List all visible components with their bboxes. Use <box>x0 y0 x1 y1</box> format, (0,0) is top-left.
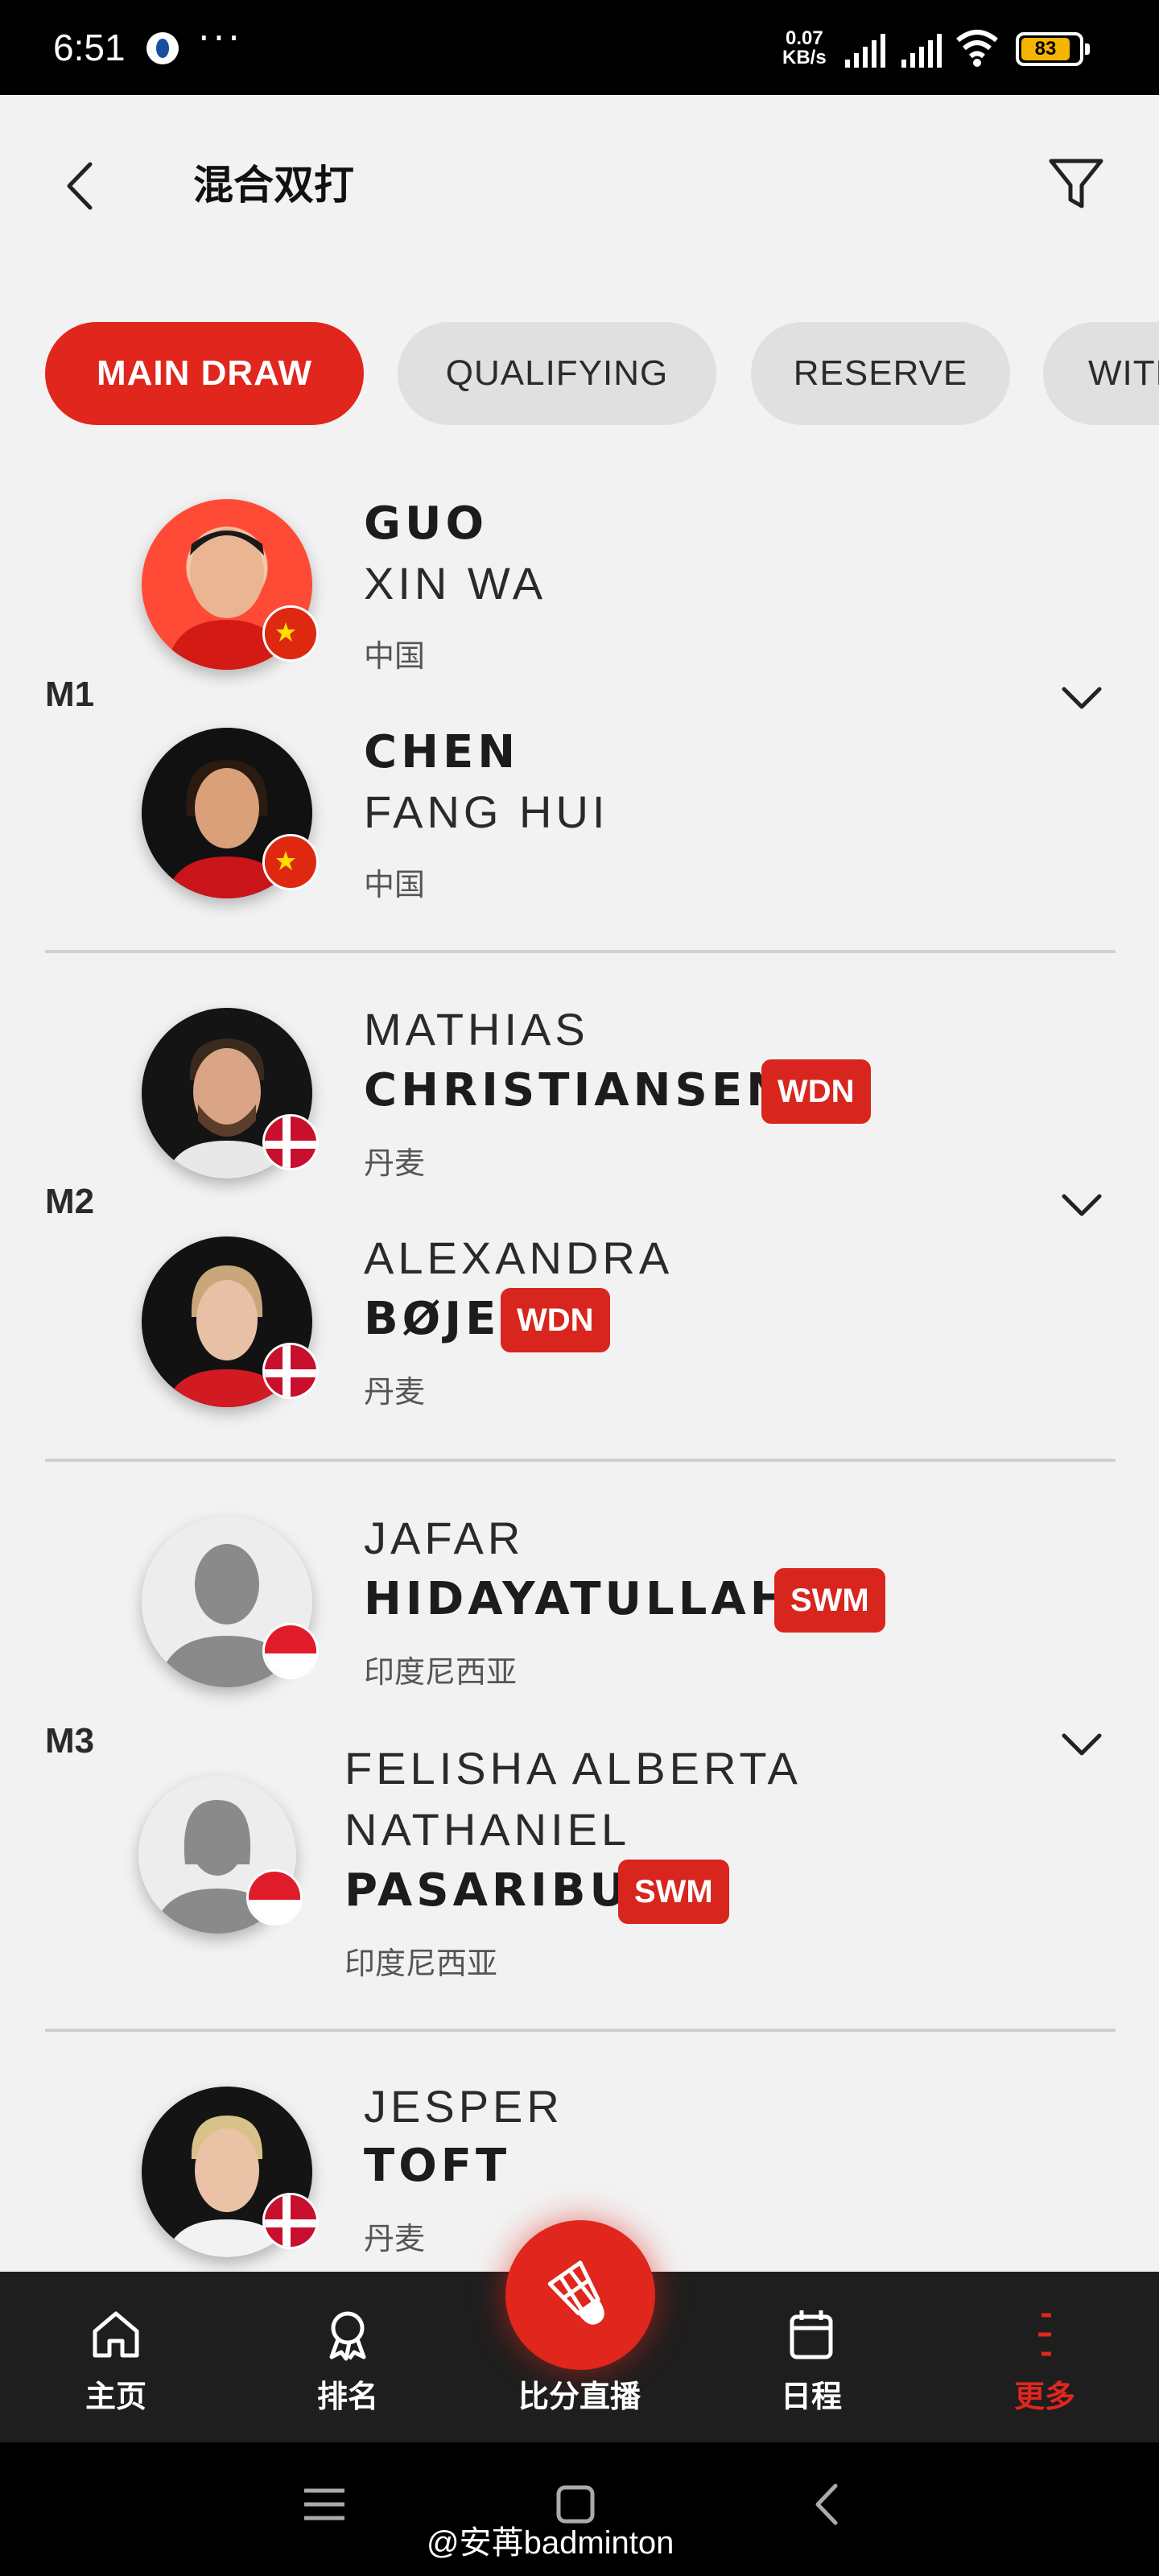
wifi-icon <box>956 30 998 67</box>
match-label: M1 <box>45 675 95 714</box>
player-first-name-line1: FELISHA ALBERTA <box>344 1743 802 1794</box>
match-label: M3 <box>45 1721 95 1761</box>
player-first-name: FANG HUI <box>364 786 609 837</box>
status-badge: SWM <box>618 1860 729 1924</box>
more-menu-icon <box>1038 2313 1051 2356</box>
expand-chevron-icon[interactable] <box>1059 681 1104 713</box>
nav-live-score-label: 比分直播 <box>518 2379 641 2414</box>
denmark-flag-icon <box>262 2193 319 2249</box>
signal-icon-sim2 <box>901 34 942 68</box>
player-last-name: TOFT <box>364 2140 511 2192</box>
denmark-flag-icon <box>262 1343 319 1399</box>
nav-home-label: 主页 <box>85 2379 146 2414</box>
player-avatar <box>142 1008 319 1179</box>
player-country: 丹麦 <box>364 2221 426 2256</box>
live-score-button[interactable] <box>505 2220 655 2370</box>
player-avatar-placeholder <box>142 1517 319 1687</box>
player-first-name-line2: NATHANIEL <box>344 1804 631 1855</box>
medal-icon <box>329 2311 366 2361</box>
network-speed-unit: KB/s <box>782 47 827 68</box>
notification-app-icon <box>146 32 179 64</box>
player-country: 印度尼西亚 <box>344 1946 498 1981</box>
status-badge: WDN <box>501 1288 610 1352</box>
tab-qualifying[interactable]: QUALIFYING <box>398 322 716 425</box>
player-first-name: JESPER <box>364 2081 563 2132</box>
status-more-icon: ··· <box>198 16 243 60</box>
back-arrow-icon[interactable] <box>60 158 100 214</box>
match-divider <box>45 950 1116 953</box>
nav-ranking[interactable]: 排名 <box>267 2272 428 2442</box>
player-last-name: GUO <box>364 497 489 550</box>
home-icon <box>93 2311 139 2358</box>
filter-icon[interactable] <box>1046 153 1106 213</box>
player-avatar <box>142 2087 319 2257</box>
expand-chevron-icon[interactable] <box>1059 1188 1104 1220</box>
player-last-name: HIDAYATULLAH <box>364 1573 792 1625</box>
player-country: 印度尼西亚 <box>364 1654 518 1690</box>
tab-reserve[interactable]: RESERVE <box>751 322 1010 425</box>
shuttlecock-icon <box>547 2260 604 2325</box>
match-label: M2 <box>45 1182 95 1221</box>
status-time: 6:51 <box>53 27 126 68</box>
nav-more[interactable]: 更多 <box>964 2272 1125 2442</box>
indonesia-flag-icon <box>262 1623 319 1679</box>
nav-more-label: 更多 <box>1013 2379 1075 2414</box>
nav-schedule[interactable]: 日程 <box>731 2272 892 2442</box>
system-back-icon[interactable] <box>800 2476 856 2533</box>
status-badge: WDN <box>761 1059 871 1124</box>
player-first-name: XIN WA <box>364 558 547 609</box>
player-country: 丹麦 <box>364 1146 426 1181</box>
player-last-name: CHEN <box>364 726 520 778</box>
status-badge: SWM <box>774 1568 885 1633</box>
network-speed-value: 0.07 <box>785 27 823 49</box>
player-country: 中国 <box>364 867 426 902</box>
player-avatar-placeholder <box>138 1776 303 1934</box>
indonesia-flag-icon <box>246 1869 303 1926</box>
player-avatar <box>142 499 319 670</box>
calendar-icon <box>790 2310 833 2359</box>
nav-schedule-label: 日程 <box>780 2379 842 2414</box>
china-flag-icon <box>262 605 319 662</box>
nav-ranking-label: 排名 <box>316 2379 378 2414</box>
expand-chevron-icon[interactable] <box>1059 1728 1104 1760</box>
player-avatar <box>142 1236 319 1407</box>
battery-level: 83 <box>1021 38 1070 60</box>
player-first-name: ALEXANDRA <box>364 1232 674 1283</box>
match-divider <box>45 1459 1116 1462</box>
denmark-flag-icon <box>262 1114 319 1170</box>
page-title: 混合双打 <box>193 162 354 208</box>
menu-icon[interactable] <box>296 2476 353 2533</box>
tab-withdrawn[interactable]: WITHDRAWN <box>1043 322 1159 425</box>
player-last-name: PASARIBU <box>344 1864 631 1917</box>
player-first-name: JAFAR <box>364 1513 525 1563</box>
match-divider <box>45 2029 1116 2032</box>
player-avatar <box>142 728 319 898</box>
player-country: 丹麦 <box>364 1374 426 1410</box>
player-last-name: CHRISTIANSEN <box>364 1064 788 1117</box>
draw-tabs: MAIN DRAW QUALIFYING RESERVE WITHDRAWN <box>45 322 1159 425</box>
player-country: 中国 <box>364 638 426 674</box>
player-last-name: BØJE <box>364 1293 501 1345</box>
battery-icon: 83 <box>1016 32 1090 66</box>
network-speed: 0.07 KB/s <box>782 29 827 68</box>
player-first-name: MATHIAS <box>364 1004 589 1055</box>
nav-home[interactable]: 主页 <box>35 2272 196 2442</box>
tab-main-draw[interactable]: MAIN DRAW <box>45 322 364 425</box>
status-bar: 6:51 ··· 0.07 KB/s 83 <box>0 0 1159 95</box>
signal-icon <box>845 34 885 68</box>
china-flag-icon <box>262 834 319 890</box>
watermark: @安苒badminton <box>427 2525 674 2561</box>
